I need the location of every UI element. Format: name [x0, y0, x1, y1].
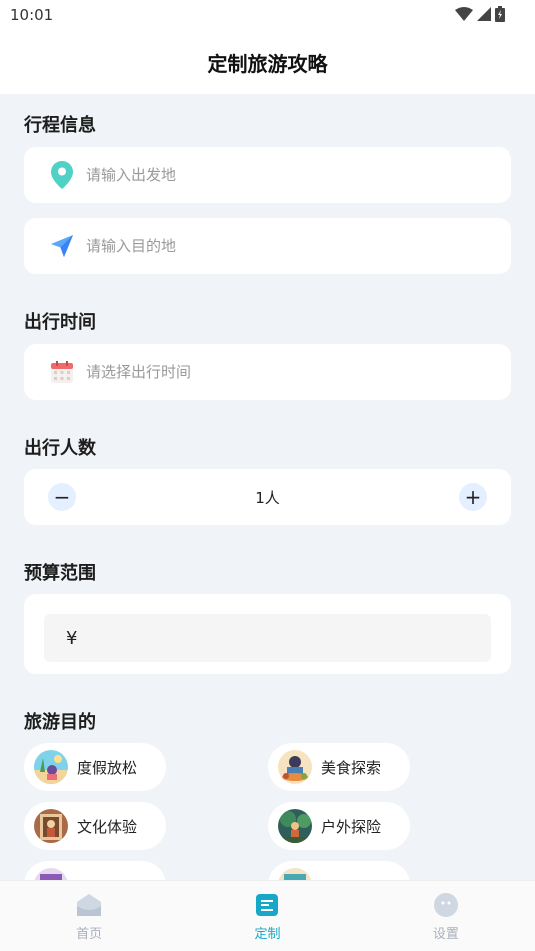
tab-home[interactable]: 首页 — [0, 881, 178, 951]
budget-card: ¥ — [24, 594, 511, 674]
departure-field[interactable] — [24, 147, 511, 203]
home-icon — [76, 893, 102, 917]
bottom-tab-bar: 首页 定制 设置 — [0, 880, 535, 951]
navigation-arrow-icon — [50, 234, 74, 258]
tab-customize[interactable]: 定制 — [178, 881, 356, 951]
tab-label: 定制 — [254, 927, 281, 942]
purpose-chip-food[interactable]: 美食探索 — [268, 743, 410, 791]
section-title-people: 出行人数 — [24, 438, 96, 459]
culture-avatar-icon — [34, 809, 68, 843]
document-icon — [254, 893, 280, 917]
vacation-avatar-icon — [34, 750, 68, 784]
location-pin-icon — [50, 161, 74, 189]
purpose-chip-label: 美食探索 — [321, 758, 382, 777]
purpose-chip-vacation[interactable]: 度假放松 — [24, 743, 166, 791]
date-input[interactable] — [86, 363, 446, 381]
section-title-budget: 预算范围 — [24, 563, 96, 584]
status-time: 10:01 — [10, 6, 54, 24]
section-title-time: 出行时间 — [24, 312, 96, 333]
destination-field[interactable] — [24, 218, 511, 274]
wifi-icon — [455, 7, 473, 21]
date-field[interactable] — [24, 344, 511, 400]
food-avatar-icon — [278, 750, 312, 784]
section-title-purpose: 旅游目的 — [24, 712, 96, 733]
tab-label: 设置 — [432, 927, 459, 942]
departure-input[interactable] — [86, 166, 446, 184]
budget-input[interactable]: ¥ — [44, 614, 491, 662]
tab-label: 首页 — [76, 927, 103, 942]
app-header: 定制旅游攻略 — [0, 30, 535, 94]
currency-symbol: ¥ — [66, 627, 78, 649]
tab-settings[interactable]: 设置 — [357, 881, 535, 951]
people-stepper: − 1人 + — [24, 469, 511, 525]
calendar-icon — [50, 360, 74, 384]
signal-icon — [477, 7, 491, 21]
page-title: 定制旅游攻略 — [207, 51, 328, 76]
purpose-chip-label: 文化体验 — [77, 817, 138, 836]
face-icon — [433, 893, 459, 917]
purpose-avatar-icon — [34, 868, 68, 880]
purpose-chip-partial[interactable] — [24, 861, 166, 880]
outdoor-avatar-icon — [278, 809, 312, 843]
battery-icon — [495, 6, 505, 22]
purpose-chip-culture[interactable]: 文化体验 — [24, 802, 166, 850]
increment-button[interactable]: + — [458, 483, 487, 511]
purpose-avatar-icon — [278, 868, 312, 880]
decrement-button[interactable]: − — [48, 483, 76, 511]
purpose-chip-outdoor[interactable]: 户外探险 — [268, 802, 410, 850]
purpose-chip-label: 户外探险 — [321, 817, 382, 836]
people-count: 1人 — [255, 488, 280, 507]
status-icons — [455, 6, 505, 22]
status-bar: 10:01 — [0, 0, 535, 30]
purpose-chip-label: 度假放松 — [77, 758, 138, 777]
main-content[interactable]: 行程信息 出行时间 出行人数 − 1人 + 预算范围 ¥ 旅游目的 — [0, 94, 535, 880]
section-title-trip: 行程信息 — [24, 115, 96, 136]
purpose-chip-partial[interactable] — [268, 861, 410, 880]
destination-input[interactable] — [86, 237, 446, 255]
